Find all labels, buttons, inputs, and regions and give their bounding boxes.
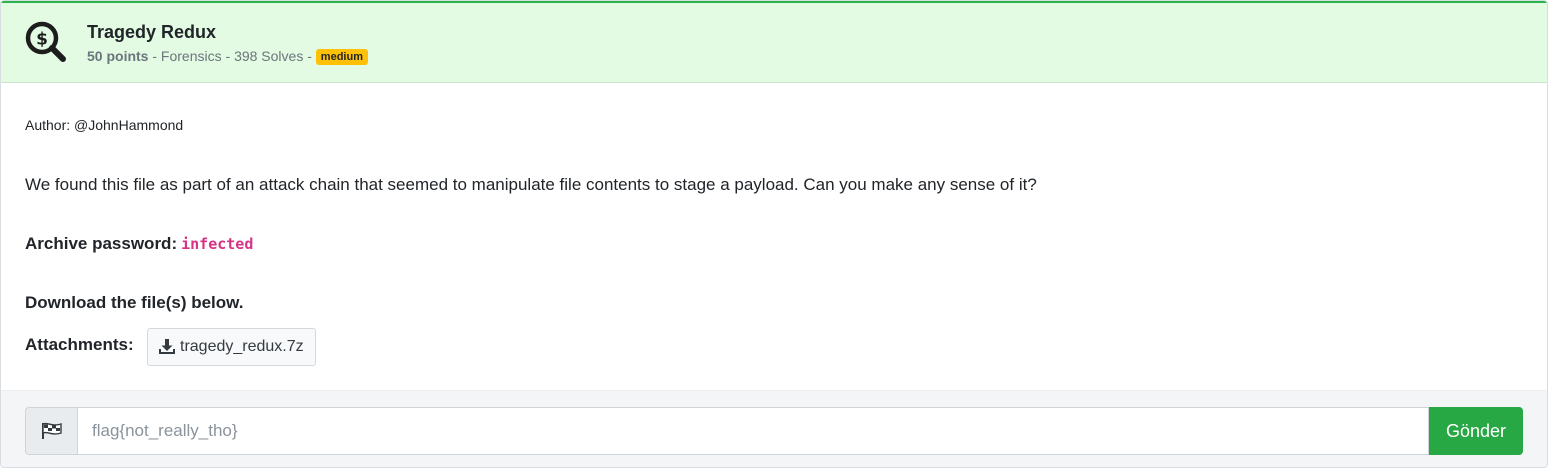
meta-separator: -	[303, 48, 316, 64]
money-search-icon: $	[25, 21, 66, 62]
submit-button[interactable]: Gönder	[1429, 407, 1523, 455]
attachment-download-button[interactable]: tragedy_redux.7z	[147, 328, 316, 366]
challenge-meta: 50 points - Forensics - 398 Solves - med…	[87, 48, 368, 65]
flag-submission-bar: Gönder	[1, 390, 1547, 467]
password-value: infected	[181, 235, 254, 253]
checkered-flag-icon	[41, 422, 62, 439]
meta-separator: -	[148, 48, 161, 64]
archive-password: Archive password: infected	[25, 234, 253, 254]
flag-addon	[25, 407, 77, 455]
challenge-points: 50 points	[87, 48, 149, 64]
svg-text:$: $	[36, 30, 48, 50]
challenge-header: $ Tragedy Redux 50 points - Forensics - …	[1, 1, 1547, 83]
difficulty-badge: medium	[315, 49, 368, 65]
challenge-card: $ Tragedy Redux 50 points - Forensics - …	[0, 0, 1548, 468]
attachment-name: tragedy_redux.7z	[180, 338, 304, 355]
download-icon	[159, 339, 175, 354]
author-line: Author: @JohnHammond	[25, 117, 184, 133]
download-note: Download the file(s) below.	[25, 293, 244, 312]
meta-separator: -	[221, 48, 235, 64]
challenge-description: We found this file as part of an attack …	[25, 175, 1037, 194]
challenge-title: Tragedy Redux	[87, 22, 217, 42]
flag-input[interactable]	[77, 407, 1429, 455]
challenge-category: Forensics	[160, 48, 222, 64]
attachments-label: Attachments:	[25, 335, 134, 354]
challenge-solves: 398 Solves	[234, 48, 304, 64]
password-label: Archive password:	[25, 234, 178, 253]
